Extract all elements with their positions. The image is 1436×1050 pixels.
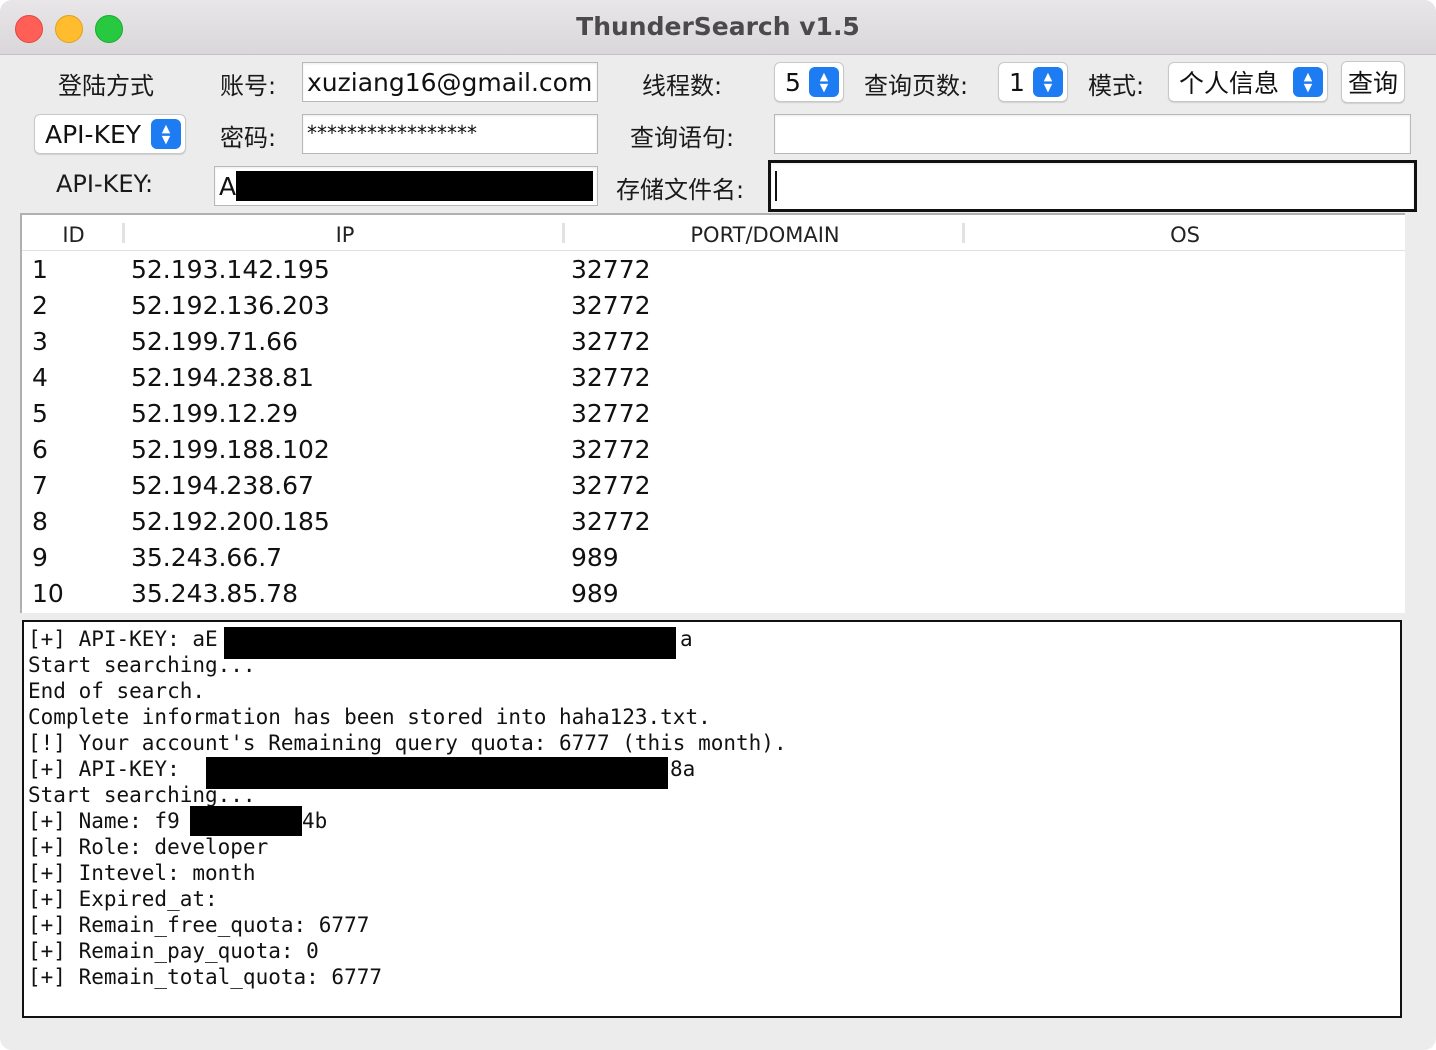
column-header-os[interactable]: OS [965, 215, 1405, 250]
cell-port: 32772 [571, 471, 651, 500]
pages-select[interactable]: 1 ▲ ▼ [998, 62, 1068, 102]
cell-port: 32772 [571, 363, 651, 392]
mode-label: 模式: [1088, 72, 1145, 100]
cell-port: 32772 [571, 291, 651, 320]
pages-label: 查询页数: [864, 72, 969, 100]
cell-id: 7 [32, 471, 48, 500]
cell-ip: 52.199.188.102 [131, 435, 330, 464]
password-label: 密码: [220, 124, 277, 152]
apikey-input[interactable]: A [214, 166, 598, 206]
password-input-value: ***************** [307, 121, 477, 145]
stepper-arrows-icon: ▲ ▼ [151, 119, 181, 149]
cell-ip: 52.194.238.81 [131, 363, 314, 392]
login-method-select[interactable]: API-KEY ▲ ▼ [34, 114, 186, 154]
cell-port: 32772 [571, 327, 651, 356]
console-line: [+] Role: developer [28, 835, 269, 859]
account-input[interactable]: xuziang16@gmail.com [302, 62, 598, 102]
query-statement-label: 查询语句: [630, 124, 735, 152]
cell-id: 6 [32, 435, 48, 464]
pages-select-value: 1 [1009, 67, 1025, 97]
results-table[interactable]: ID IP PORT/DOMAIN OS 1 52.193.142.195 32… [20, 213, 1405, 613]
cell-port: 32772 [571, 399, 651, 428]
table-header: ID IP PORT/DOMAIN OS [22, 215, 1405, 251]
cell-ip: 52.194.238.67 [131, 471, 314, 500]
cell-id: 5 [32, 399, 48, 428]
cell-id: 9 [32, 543, 48, 572]
table-row[interactable]: 9 35.243.66.7 989 [22, 540, 1405, 576]
cell-id: 10 [32, 579, 64, 608]
table-row[interactable]: 3 52.199.71.66 32772 [22, 324, 1405, 360]
filename-input[interactable] [768, 160, 1417, 212]
table-row[interactable]: 7 52.194.238.67 32772 [22, 468, 1405, 504]
table-row[interactable]: 6 52.199.188.102 32772 [22, 432, 1405, 468]
console-line: Start searching... [28, 783, 256, 807]
cell-ip: 52.192.136.203 [131, 291, 330, 320]
table-row[interactable]: 5 52.199.12.29 32772 [22, 396, 1405, 432]
login-method-select-value: API-KEY [45, 119, 142, 149]
cell-port: 32772 [571, 507, 651, 536]
account-input-value: xuziang16@gmail.com [307, 67, 593, 97]
table-row[interactable]: 8 52.192.200.185 32772 [22, 504, 1405, 540]
mode-select[interactable]: 个人信息 ▲ ▼ [1168, 62, 1328, 102]
console-line: [+] API-KEY: aE a [28, 626, 1400, 659]
cell-port: 989 [571, 579, 619, 608]
filename-label: 存储文件名: [616, 176, 745, 204]
console-line: [+] Remain_free_quota: 6777 [28, 913, 370, 937]
threads-select[interactable]: 5 ▲ ▼ [774, 62, 844, 102]
cell-ip: 52.193.142.195 [131, 255, 330, 284]
console-line: [+] Expired_at: [28, 887, 218, 911]
account-label: 账号: [220, 72, 277, 100]
cell-id: 8 [32, 507, 48, 536]
cell-ip: 35.243.85.78 [131, 579, 298, 608]
cell-id: 2 [32, 291, 48, 320]
table-row[interactable]: 10 35.243.85.78 989 [22, 576, 1405, 612]
console-line: [+] Remain_pay_quota: 0 [28, 939, 319, 963]
query-statement-input[interactable] [774, 114, 1411, 154]
console-line: [+] Remain_total_quota: 6777 [28, 965, 383, 989]
console-line: Start searching... [28, 653, 256, 677]
cell-id: 1 [32, 255, 48, 284]
window-title: ThunderSearch v1.5 [576, 12, 860, 41]
cell-id: 3 [32, 327, 48, 356]
stepper-arrows-icon: ▲ ▼ [809, 67, 839, 97]
console-line: [+] API-KEY: 8a [28, 756, 1400, 789]
apikey-input-value: A [219, 171, 237, 201]
threads-select-value: 5 [785, 67, 801, 97]
console-line: End of search. [28, 679, 206, 703]
table-row[interactable]: 2 52.192.136.203 32772 [22, 288, 1405, 324]
redaction-block [190, 806, 302, 836]
threads-label: 线程数: [642, 72, 723, 100]
cell-ip: 52.199.12.29 [131, 399, 298, 428]
stepper-arrows-icon: ▲ ▼ [1033, 67, 1063, 97]
query-button[interactable]: 查询 [1341, 61, 1405, 103]
cell-port: 32772 [571, 435, 651, 464]
table-row[interactable]: 4 52.194.238.81 32772 [22, 360, 1405, 396]
column-header-ip[interactable]: IP [125, 215, 565, 250]
console-output[interactable]: [+] API-KEY: aE a Start searching... End … [22, 620, 1402, 1018]
title-bar: ThunderSearch v1.5 [0, 0, 1436, 55]
app-window: ThunderSearch v1.5 登陆方式 账号: xuziang16@gm… [0, 0, 1436, 1050]
password-input[interactable]: ***************** [302, 114, 598, 154]
table-row[interactable]: 1 52.193.142.195 32772 [22, 252, 1405, 288]
stepper-arrows-icon: ▲ ▼ [1293, 67, 1323, 97]
cell-port: 989 [571, 543, 619, 572]
console-line: [!] Your account's Remaining query quota… [28, 731, 787, 755]
column-header-port[interactable]: PORT/DOMAIN [565, 215, 965, 250]
redaction-block [236, 171, 593, 201]
cell-port: 32772 [571, 255, 651, 284]
console-line: [+] Name: f9 4b [28, 806, 1400, 836]
cell-ip: 52.192.200.185 [131, 507, 330, 536]
console-line: [+] Intevel: month [28, 861, 256, 885]
text-cursor [775, 171, 777, 201]
cell-id: 4 [32, 363, 48, 392]
mode-select-value: 个人信息 [1179, 69, 1280, 98]
apikey-label: API-KEY: [56, 170, 154, 198]
login-method-label: 登陆方式 [58, 72, 154, 100]
column-header-id[interactable]: ID [22, 215, 125, 250]
console-line: Complete information has been stored int… [28, 705, 711, 729]
cell-ip: 35.243.66.7 [131, 543, 283, 572]
cell-ip: 52.199.71.66 [131, 327, 298, 356]
